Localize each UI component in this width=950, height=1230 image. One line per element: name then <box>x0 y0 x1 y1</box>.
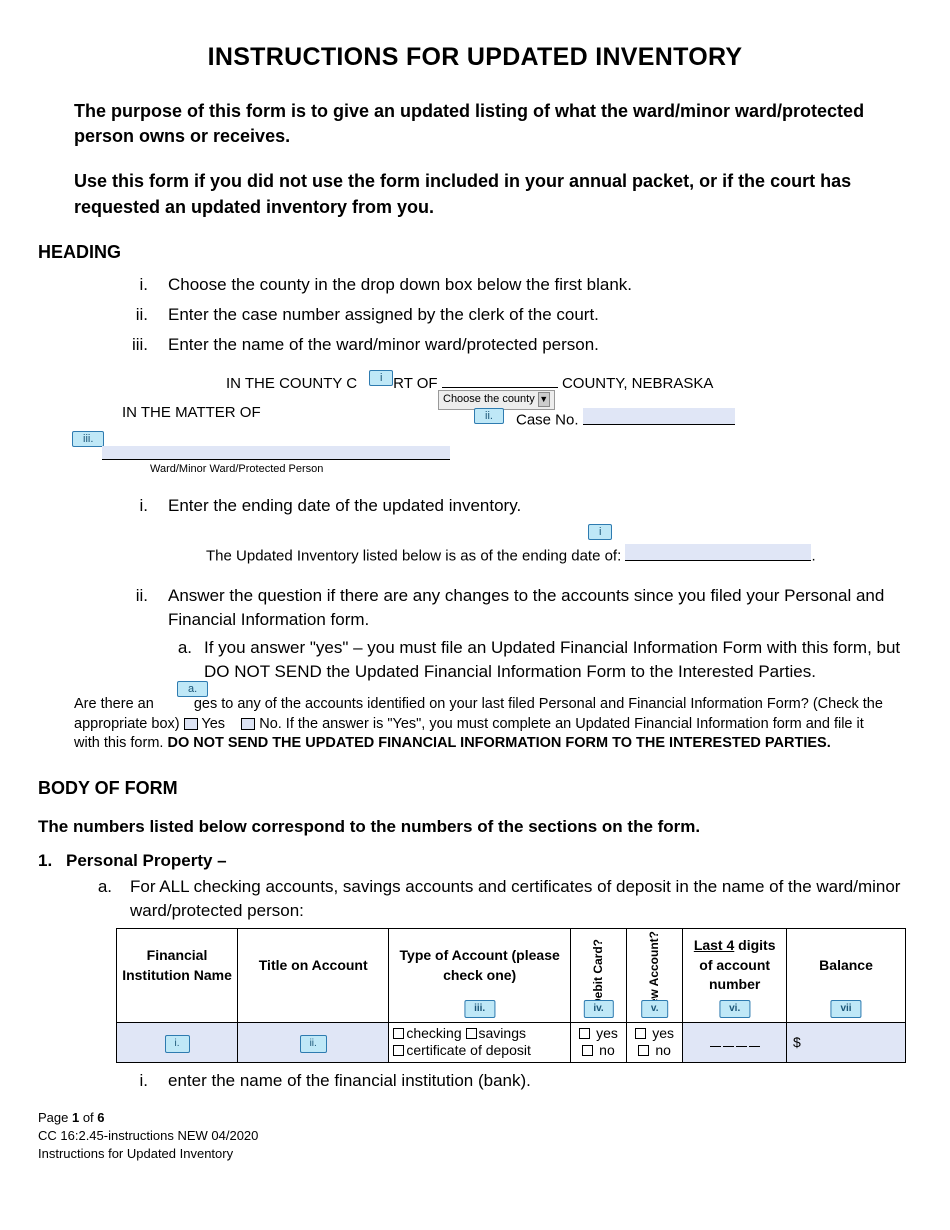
mid-item-i: i.Enter the ending date of the updated i… <box>38 494 912 518</box>
diagram-case-label: Case No. <box>516 408 735 431</box>
debit-no-checkbox[interactable] <box>582 1045 593 1056</box>
intro-paragraph-2: Use this form if you did not use the for… <box>38 169 912 219</box>
mid-item-ii-a: a. If you answer "yes" – you must file a… <box>168 636 912 684</box>
chevron-down-icon: ▼ <box>538 392 550 407</box>
new-yes-checkbox[interactable] <box>635 1028 646 1039</box>
col-title-on-account: Title on Account <box>238 929 389 1023</box>
body-section-title: BODY OF FORM <box>38 776 912 801</box>
cell-account-type: checking savings certificate of deposit <box>389 1022 571 1062</box>
col-new-account: New Account?v. <box>627 929 683 1023</box>
page-title: INSTRUCTIONS FOR UPDATED INVENTORY <box>38 40 912 75</box>
heading-item-iii: iii.Enter the name of the ward/minor war… <box>38 333 912 357</box>
table-row: i. ii. checking savings certificate of d… <box>117 1022 906 1062</box>
col-last4: Last 4 digits of account numbervi. <box>683 929 787 1023</box>
body-lead: The numbers listed below correspond to t… <box>38 815 912 839</box>
personal-property-table: Financial Institution Name Title on Acco… <box>116 928 906 1063</box>
cell-title[interactable]: ii. <box>238 1022 389 1062</box>
marker-date-i: i <box>588 524 612 540</box>
heading-section-title: HEADING <box>38 240 912 265</box>
debit-yes-checkbox[interactable] <box>579 1028 590 1039</box>
cod-checkbox[interactable] <box>393 1045 404 1056</box>
col-debit-card: Debit Card?iv. <box>570 929 626 1023</box>
cell-balance[interactable]: $ <box>787 1022 906 1062</box>
heading-item-ii: ii.Enter the case number assigned by the… <box>38 303 912 327</box>
no-checkbox[interactable] <box>241 718 255 730</box>
marker-iii: iii. <box>72 431 104 447</box>
checking-checkbox[interactable] <box>393 1028 404 1039</box>
marker-i: i <box>369 370 393 386</box>
col-type-of-account: Type of Account (please check one)iii. <box>389 929 571 1023</box>
diagram-matter-label: IN THE MATTER OF <box>122 402 261 423</box>
ending-date-text: The Updated Inventory listed below is as… <box>206 544 816 567</box>
marker-a: a. <box>177 681 208 697</box>
body-item-1a: a. For ALL checking accounts, savings ac… <box>66 875 912 923</box>
cell-last4[interactable] <box>683 1022 787 1062</box>
ending-date-diagram: i The Updated Inventory listed below is … <box>66 528 912 570</box>
marker-ii: ii. <box>474 408 504 424</box>
col-balance: Balancevii <box>787 929 906 1023</box>
savings-checkbox[interactable] <box>466 1028 477 1039</box>
county-dropdown[interactable]: Choose the county▼ <box>438 390 555 409</box>
cell-new-account: yes no <box>627 1022 683 1062</box>
heading-item-i: i.Choose the county in the drop down box… <box>38 273 912 297</box>
intro-paragraph-1: The purpose of this form is to give an u… <box>38 99 912 149</box>
diagram-ward-line: Ward/Minor Ward/Protected Person <box>150 446 450 477</box>
cell-debit-card: yes no <box>570 1022 626 1062</box>
page-footer: Page 1 of 6 CC 16:2.45-instructions NEW … <box>38 1109 912 1164</box>
cell-fin-inst[interactable]: i. <box>117 1022 238 1062</box>
mid-item-ii: ii. Answer the question if there are any… <box>38 584 912 685</box>
new-no-checkbox[interactable] <box>638 1045 649 1056</box>
heading-example-diagram: IN THE COUNTY CRT OF COUNTY, NEBRASKA i … <box>66 368 912 476</box>
changes-question-block: a. Are there anges to any of the account… <box>74 695 912 754</box>
col-financial-institution: Financial Institution Name <box>117 929 238 1023</box>
yes-checkbox[interactable] <box>184 718 198 730</box>
below-table-i: i.enter the name of the financial instit… <box>38 1069 912 1093</box>
body-item-1: 1. Personal Property – a. For ALL checki… <box>38 849 912 922</box>
